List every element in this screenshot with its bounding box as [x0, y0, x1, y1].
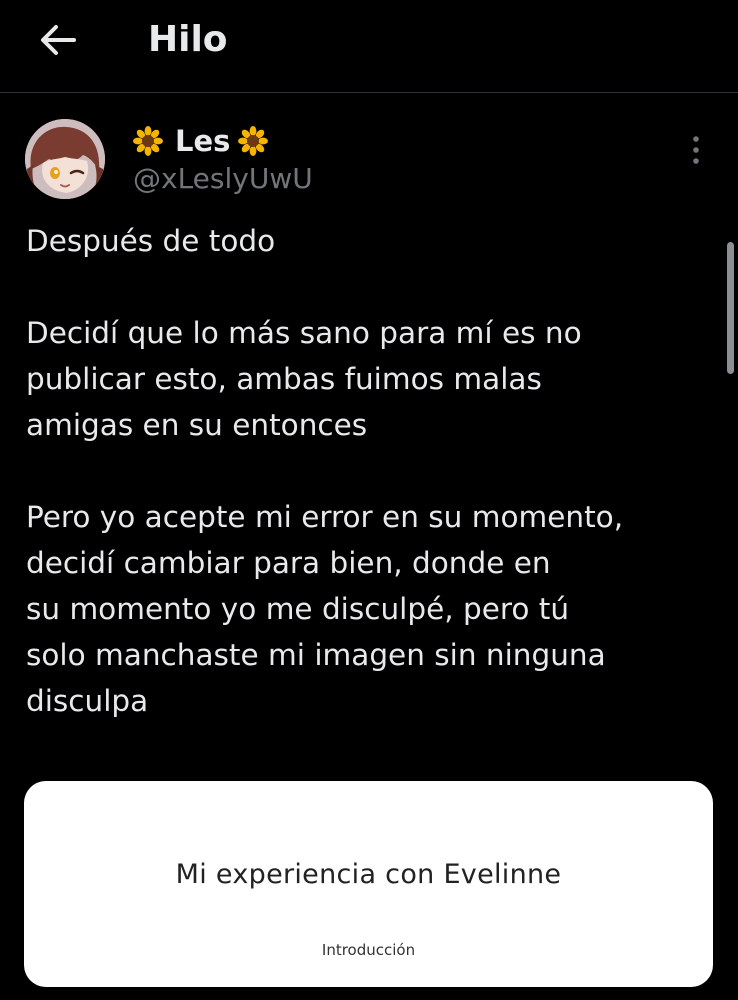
tweet-line: decidí cambiar para bien, donde en — [26, 546, 551, 580]
tweet-line: publicar esto, ambas fuimos malas — [26, 362, 542, 396]
tweet-line: solo manchaste mi imagen sin ninguna — [26, 638, 606, 672]
author-name-label: Les — [175, 124, 231, 158]
top-app-bar: Hilo — [0, 0, 738, 93]
attached-image-card[interactable]: Mi experiencia con Evelinne Introducción — [24, 781, 713, 987]
tweet-line: Después de todo — [26, 224, 276, 258]
back-button[interactable] — [30, 14, 86, 66]
scrollbar-thumb[interactable] — [727, 242, 734, 374]
arrow-left-icon — [41, 25, 76, 55]
tweet-line: amigas en su entonces — [26, 408, 368, 442]
author-handle[interactable]: @xLeslyUwU — [133, 160, 313, 198]
tweet-paragraph: Después de todo — [26, 218, 716, 264]
sunflower-icon — [133, 126, 163, 156]
tweet-paragraph: Decidí que lo más sano para mí es no pub… — [26, 310, 716, 448]
tweet-line: Decidí que lo más sano para mí es no — [26, 316, 582, 350]
author-display-name[interactable]: Les — [133, 120, 269, 162]
card-title: Mi experiencia con Evelinne — [175, 859, 562, 890]
page-title: Hilo — [148, 19, 228, 60]
avatar-image — [25, 119, 105, 199]
more-vertical-icon — [693, 136, 699, 164]
tweet-text: Después de todo Decidí que lo más sano p… — [26, 218, 716, 724]
tweet-line: su momento yo me disculpé, pero tú — [26, 592, 570, 626]
card-subtitle: Introducción — [321, 941, 416, 959]
tweet-paragraph: Pero yo acepte mi error en su momento, d… — [26, 494, 716, 724]
sunflower-icon — [238, 126, 269, 156]
tweet-line: Pero yo acepte mi error en su momento, — [26, 500, 624, 534]
avatar[interactable] — [25, 119, 105, 199]
more-options-button[interactable] — [676, 130, 716, 170]
tweet-line: disculpa — [26, 684, 149, 718]
